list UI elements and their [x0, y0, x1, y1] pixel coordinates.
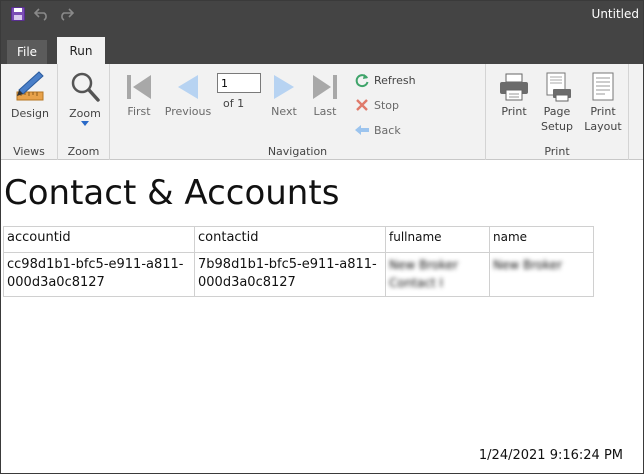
- refresh-label: Refresh: [374, 73, 416, 87]
- print-layout-icon: [592, 72, 614, 101]
- save-icon[interactable]: [9, 5, 27, 23]
- column-header-name: name: [489, 226, 594, 253]
- print-layout-button[interactable]: Print Layout: [582, 72, 624, 134]
- table-row: cc98d1b1-bfc5-e911-a811-000d3a0c8127 7b9…: [3, 252, 594, 297]
- stop-label: Stop: [374, 98, 400, 112]
- printer-icon: [500, 73, 528, 101]
- first-page-button[interactable]: First: [119, 72, 159, 119]
- views-group-label: Views: [13, 145, 45, 158]
- zoom-group: Zoom Zoom: [58, 64, 110, 160]
- previous-label: Previous: [164, 105, 212, 118]
- print-label: Print: [501, 105, 527, 118]
- ribbon: Design Views Zoom Zoom First Previous Ne…: [1, 64, 643, 160]
- last-page-icon: [313, 75, 337, 99]
- quick-access-toolbar: [9, 5, 75, 23]
- cell-contactid: 7b98d1b1-bfc5-e911-a811-000d3a0c8127: [194, 252, 386, 297]
- stop-button[interactable]: Stop: [354, 97, 399, 113]
- report-canvas: Contact & Accounts accountid contactid f…: [1, 161, 643, 473]
- refresh-button[interactable]: Refresh: [354, 72, 416, 88]
- undo-icon[interactable]: [33, 5, 51, 23]
- next-label: Next: [271, 105, 297, 118]
- last-page-button[interactable]: Last: [308, 72, 342, 119]
- back-button[interactable]: Back: [354, 122, 401, 138]
- column-header-contactid: contactid: [194, 226, 386, 253]
- report-title: Contact & Accounts: [4, 173, 340, 213]
- page-number-input[interactable]: [217, 73, 261, 93]
- report-timestamp: 1/24/2021 9:16:24 PM: [478, 448, 623, 463]
- print-group: Print Page Setup Print Layout Print: [486, 64, 629, 160]
- page-setup-label: Page Setup: [540, 105, 574, 133]
- design-button[interactable]: Design: [9, 70, 51, 121]
- window-title: Untitled: [591, 7, 639, 21]
- next-page-icon: [274, 75, 294, 99]
- zoom-button[interactable]: Zoom: [64, 70, 106, 126]
- last-label: Last: [313, 105, 337, 118]
- column-header-accountid: accountid: [3, 226, 195, 253]
- ribbon-tab-strip: File Run: [1, 37, 643, 64]
- report-viewer-window: Untitled File Run Design Views Zoom Zoom…: [0, 0, 644, 474]
- zoom-label: Zoom: [69, 107, 101, 120]
- page-count-text: of 1: [223, 97, 245, 110]
- next-page-button[interactable]: Next: [266, 72, 302, 119]
- print-button[interactable]: Print: [494, 72, 534, 119]
- zoom-group-label: Zoom: [67, 145, 100, 158]
- page-setup-icon: [546, 72, 571, 102]
- report-table: accountid contactid fullname name cc98d1…: [3, 226, 594, 297]
- title-bar: Untitled: [1, 1, 643, 37]
- previous-page-button[interactable]: Previous: [163, 72, 213, 119]
- cell-name: New Broker: [489, 252, 594, 297]
- tab-file[interactable]: File: [7, 40, 47, 64]
- back-label: Back: [374, 123, 401, 137]
- stop-icon: [356, 99, 368, 111]
- tab-run[interactable]: Run: [57, 37, 105, 64]
- column-header-fullname: fullname: [385, 226, 490, 253]
- back-arrow-icon: [355, 125, 369, 135]
- navigation-group-label: Navigation: [267, 145, 328, 158]
- navigation-group: First Previous Next Last Refresh Stop Ba…: [110, 64, 486, 160]
- first-page-icon: [127, 75, 151, 99]
- print-layout-label: Print Layout: [584, 105, 622, 133]
- redo-icon[interactable]: [57, 5, 75, 23]
- design-label: Design: [11, 107, 49, 120]
- print-group-label: Print: [544, 145, 570, 158]
- first-label: First: [127, 105, 151, 118]
- page-setup-button[interactable]: Page Setup: [536, 72, 578, 134]
- previous-page-icon: [178, 75, 198, 99]
- chevron-down-icon: [81, 121, 89, 126]
- cell-accountid: cc98d1b1-bfc5-e911-a811-000d3a0c8127: [3, 252, 195, 297]
- cell-fullname: New Broker Contact I: [385, 252, 490, 297]
- refresh-icon: [355, 74, 369, 88]
- magnifier-icon: [71, 72, 100, 102]
- design-icon: [16, 71, 44, 101]
- views-group: Design Views: [1, 64, 58, 160]
- table-header-row: accountid contactid fullname name: [3, 226, 594, 253]
